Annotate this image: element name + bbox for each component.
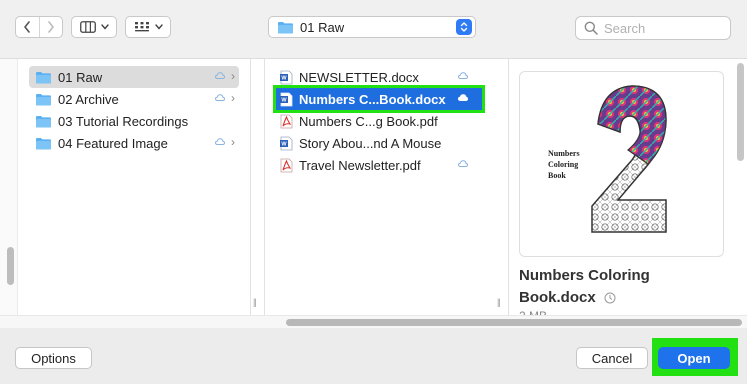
preview-title-line: Book.docx <box>519 287 719 309</box>
columns-view-icon <box>79 21 96 33</box>
word-doc-icon: W <box>280 136 293 150</box>
svg-text:W: W <box>281 75 287 81</box>
file-label: Travel Newsletter.pdf <box>299 157 421 173</box>
file-label: Numbers C...Book.docx <box>299 91 446 107</box>
file-item-newsletter-docx[interactable]: W NEWSLETTER.docx <box>276 66 482 88</box>
toolbar: 01 Raw <box>0 0 747 58</box>
preview-thumbnail: Numbers Coloring Book <box>519 71 724 257</box>
word-doc-icon: W <box>280 70 293 84</box>
search-input[interactable] <box>604 20 724 36</box>
column-resize-handle[interactable]: || <box>497 297 501 307</box>
thumbnail-text: Coloring <box>548 160 578 169</box>
chevron-right-icon: › <box>231 69 235 83</box>
grid-icon <box>134 22 149 32</box>
file-browser: 01 Raw › 02 Archive › 03 Tutorial Record… <box>0 58 747 329</box>
location-popup[interactable]: 01 Raw <box>268 16 476 38</box>
location-label: 01 Raw <box>300 19 345 35</box>
clock-icon <box>604 292 616 304</box>
column-divider <box>264 59 265 315</box>
chevron-left-icon <box>24 21 31 33</box>
folder-icon <box>36 137 51 149</box>
horizontal-scrollbar[interactable] <box>0 315 747 329</box>
view-mode-button[interactable] <box>71 16 117 38</box>
svg-text:W: W <box>281 141 287 147</box>
thumbnail-text: Book <box>548 171 566 180</box>
file-item-numbers-coloring-book-docx[interactable]: W Numbers C...Book.docx <box>273 85 485 113</box>
word-doc-icon: W <box>280 92 293 106</box>
open-button-highlight: Open <box>652 338 738 376</box>
preview-title: Numbers Coloring Book.docx <box>519 265 719 309</box>
back-button[interactable] <box>16 17 39 37</box>
folder-item-02-archive[interactable]: 02 Archive › <box>29 88 239 110</box>
folder-item-01-raw[interactable]: 01 Raw › <box>29 66 239 88</box>
file-label: NEWSLETTER.docx <box>299 69 419 85</box>
cloud-icon <box>215 138 225 145</box>
folder-label: 03 Tutorial Recordings <box>58 113 189 129</box>
folder-item-03-tutorial-recordings[interactable]: 03 Tutorial Recordings <box>29 110 239 132</box>
preview-filename: Book.docx <box>519 289 596 306</box>
column-resize-handle[interactable]: || <box>253 297 257 307</box>
options-button[interactable]: Options <box>15 347 92 369</box>
cloud-icon <box>215 72 225 79</box>
file-label: Numbers C...g Book.pdf <box>299 113 438 129</box>
up-down-chevron-icon <box>456 19 472 35</box>
chevron-right-icon: › <box>231 135 235 149</box>
chevron-down-icon <box>154 24 163 30</box>
file-item-story-about-a-mouse[interactable]: W Story Abou...nd A Mouse <box>276 132 482 154</box>
preview-title-line: Numbers Coloring <box>519 267 650 284</box>
left-scrollbar[interactable] <box>0 59 18 315</box>
search-icon <box>584 21 598 35</box>
cancel-button[interactable]: Cancel <box>576 347 648 369</box>
column-divider <box>508 59 509 315</box>
search-field[interactable] <box>575 16 731 40</box>
scrollbar-thumb[interactable] <box>286 319 742 326</box>
folder-icon <box>36 115 51 127</box>
folder-label: 04 Featured Image <box>58 135 168 151</box>
chevron-right-icon <box>48 21 54 33</box>
scrollbar-thumb[interactable] <box>7 247 14 285</box>
folder-label: 01 Raw <box>58 69 103 85</box>
pdf-icon <box>280 158 293 172</box>
column-divider <box>250 59 251 315</box>
file-item-numbers-coloring-book-pdf[interactable]: Numbers C...g Book.pdf <box>276 110 482 132</box>
open-button[interactable]: Open <box>658 347 730 369</box>
folder-icon <box>36 93 51 105</box>
thumbnail-text: Numbers <box>548 149 580 158</box>
folder-icon <box>278 21 293 33</box>
pdf-icon <box>280 114 293 128</box>
cloud-icon <box>215 94 225 101</box>
forward-button[interactable] <box>38 17 62 37</box>
folder-icon <box>36 71 51 83</box>
cloud-icon <box>458 160 468 167</box>
dialog-footer: Options Cancel Open <box>0 328 747 384</box>
cloud-icon <box>458 72 468 79</box>
cloud-icon <box>458 94 468 101</box>
group-by-button[interactable] <box>125 16 171 38</box>
folder-label: 02 Archive <box>58 91 119 107</box>
coloring-book-cover-image: Numbers Coloring Book <box>548 85 667 233</box>
folder-item-04-featured-image[interactable]: 04 Featured Image › <box>29 132 239 154</box>
preview-scrollbar-thumb[interactable] <box>737 63 744 161</box>
svg-text:W: W <box>281 97 287 103</box>
chevron-right-icon: › <box>231 91 235 105</box>
file-label: Story Abou...nd A Mouse <box>299 135 442 151</box>
navigation-buttons <box>15 16 63 38</box>
file-item-travel-newsletter-pdf[interactable]: Travel Newsletter.pdf <box>276 154 482 176</box>
chevron-down-icon <box>100 24 109 30</box>
